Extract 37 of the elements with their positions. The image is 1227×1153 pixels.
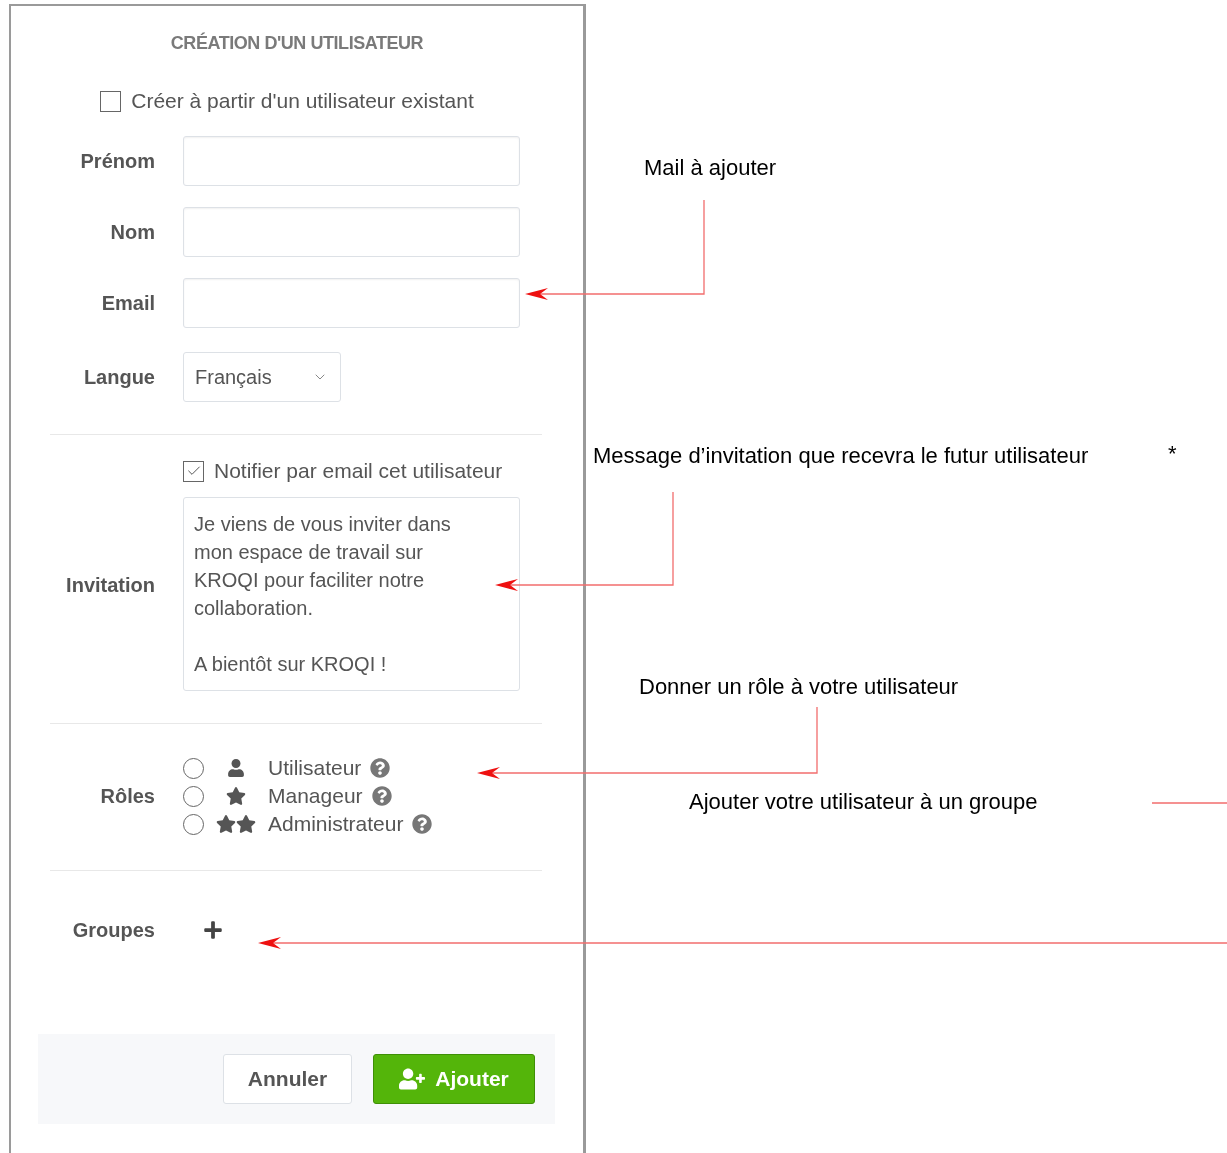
cancel-button[interactable]: Annuler (223, 1054, 352, 1104)
field-label: Invitation (65, 572, 155, 598)
field-label: Email (100, 291, 155, 316)
text-field[interactable] (183, 136, 520, 186)
language-select[interactable]: Français (183, 352, 341, 402)
panel-title: CRÉATION D'UN UTILISATEUR (169, 31, 425, 55)
checkbox-label: Notifier par email cet utilisateur (214, 458, 503, 485)
field-label: Nom (109, 220, 155, 245)
add-group-icon[interactable] (203, 920, 223, 940)
role-label: Administrateur (268, 811, 404, 838)
help-icon[interactable] (412, 814, 433, 834)
annotation-text: Donner un rôle à votre utilisateur (639, 673, 959, 701)
role-label: Manageur (268, 783, 363, 810)
text-field[interactable] (183, 278, 520, 328)
field-label: Groupes (71, 918, 155, 943)
annotation-text: Ajouter votre utilisateur à un groupe (689, 788, 1038, 816)
annotation-text: * (1168, 440, 1177, 468)
double-star-icon (216, 814, 256, 834)
field-label: Prénom (79, 149, 155, 174)
help-icon[interactable] (370, 758, 391, 778)
user-icon (227, 759, 245, 777)
radio-button[interactable] (183, 757, 204, 779)
radio-button[interactable] (183, 785, 204, 807)
add-user-icon (399, 1066, 426, 1092)
star-icon (226, 786, 246, 806)
field-label: Rôles (99, 784, 155, 809)
checkbox-label: Créer à partir d'un utilisateur existant (131, 88, 474, 115)
annotation-text: Message d’invitation que recevra le futur utilisateur (593, 442, 1089, 470)
checkbox[interactable] (183, 460, 204, 482)
invitation-message-field[interactable]: Je viens de vous inviter dans mon espace de travail sur KROQI pour faciliter notre collaboration. A bientôt sur KROQI ! (183, 497, 520, 691)
role-label: Utilisateur (268, 755, 362, 782)
text-field[interactable] (183, 207, 520, 257)
annotation-text: Mail à ajouter (644, 154, 777, 182)
radio-button[interactable] (183, 813, 204, 835)
checkbox[interactable] (100, 90, 122, 112)
help-icon[interactable] (371, 786, 392, 806)
field-label: Langue (82, 365, 155, 390)
